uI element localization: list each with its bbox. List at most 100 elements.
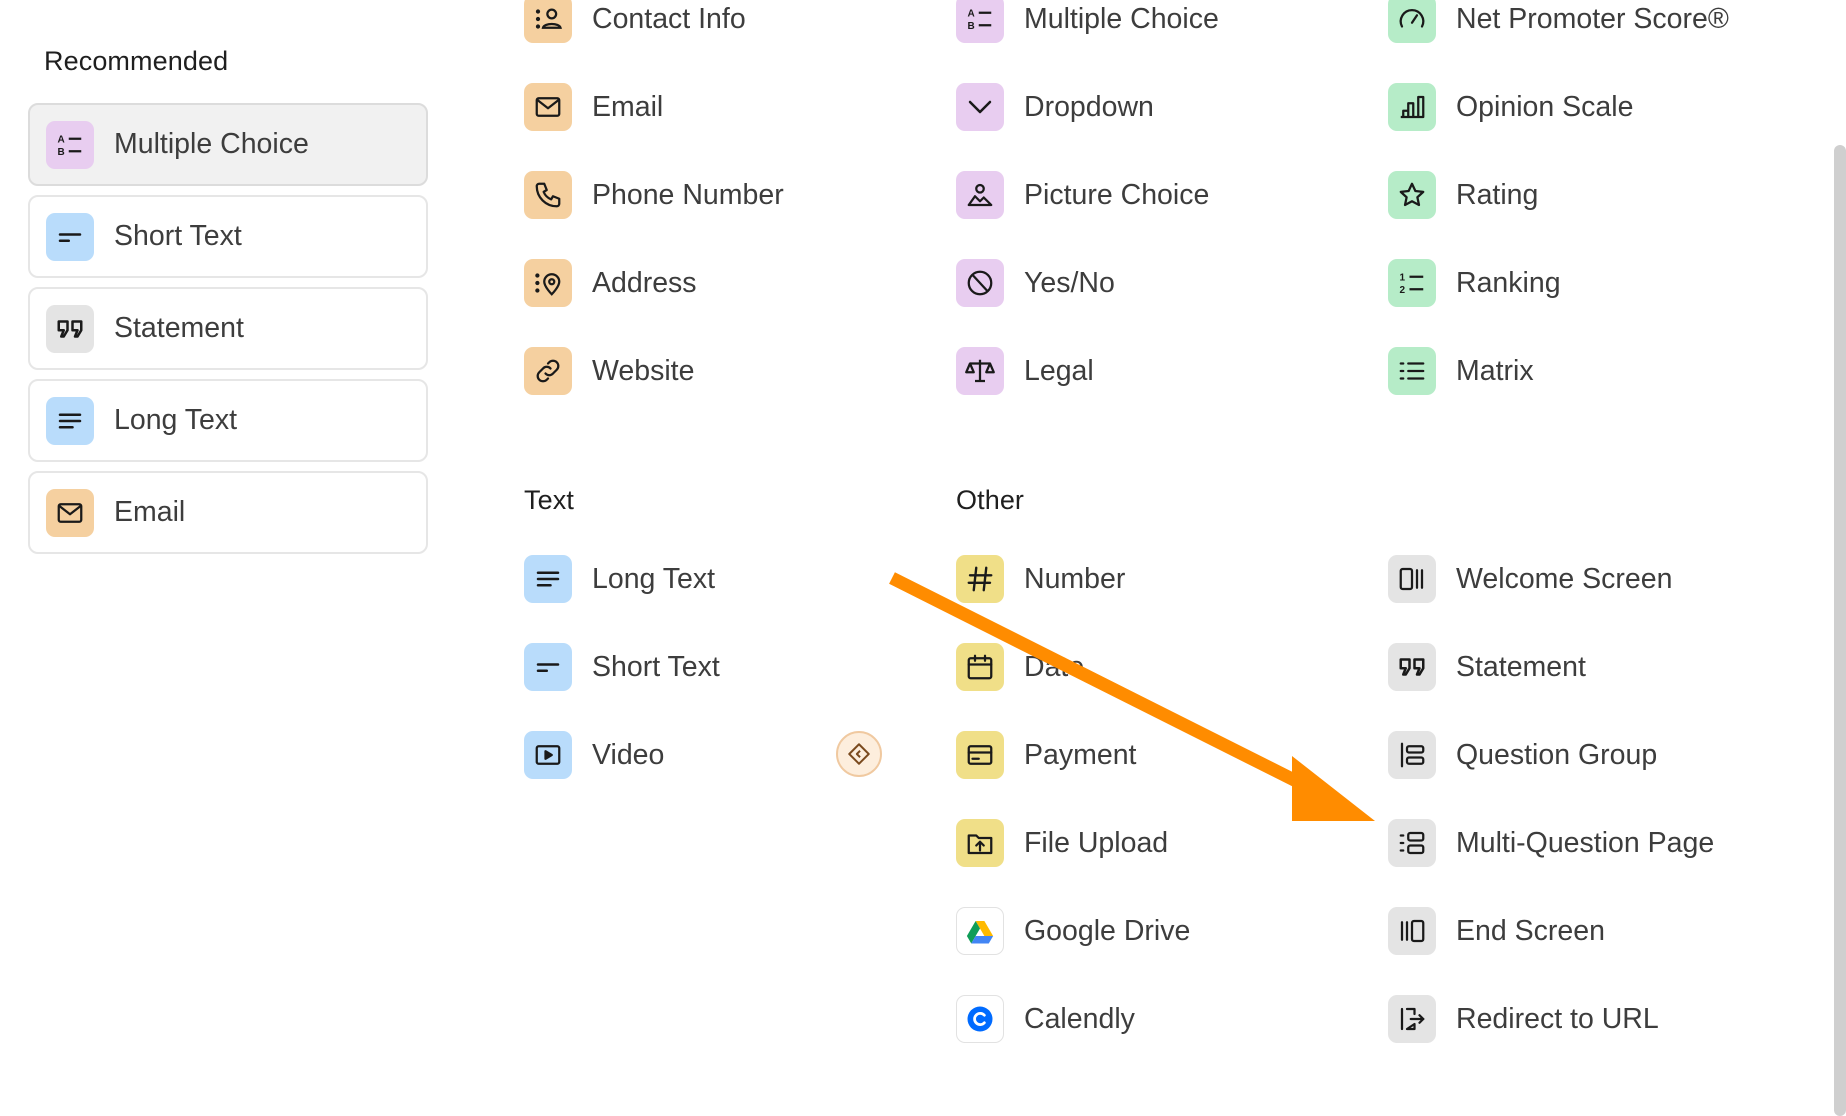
item-label: Question Group [1456, 738, 1658, 771]
field-type-net-promoter-score[interactable]: Net Promoter Score® [1388, 0, 1788, 49]
item-label: Legal [1024, 354, 1094, 387]
bar-scale-icon [1388, 83, 1436, 131]
field-type-matrix[interactable]: Matrix [1388, 341, 1788, 401]
field-type-website[interactable]: Website [524, 341, 924, 401]
recommended-list: AB Multiple Choice Short Text Statement … [28, 103, 428, 563]
item-label: Google Drive [1024, 914, 1191, 947]
item-label: Statement [1456, 650, 1586, 683]
redirect-icon [1388, 995, 1436, 1043]
field-type-question-group[interactable]: Question Group [1388, 725, 1788, 785]
phone-icon [524, 171, 572, 219]
scrollbar-thumb[interactable] [1834, 145, 1846, 1116]
short-text-icon [524, 643, 572, 691]
hash-icon [956, 555, 1004, 603]
field-type-calendly[interactable]: Calendly [956, 989, 1356, 1049]
item-label: Multiple Choice [114, 128, 309, 160]
recommended-item-short-text[interactable]: Short Text [28, 195, 428, 278]
field-type-ranking[interactable]: 12 Ranking [1388, 253, 1788, 313]
end-screen-icon [1388, 907, 1436, 955]
field-type-phone-number[interactable]: Phone Number [524, 165, 924, 225]
long-text-icon [524, 555, 572, 603]
field-type-picture-choice[interactable]: Picture Choice [956, 165, 1356, 225]
field-type-dropdown[interactable]: Dropdown [956, 77, 1356, 137]
link-icon [524, 347, 572, 395]
field-type-short-text[interactable]: Short Text [524, 637, 924, 697]
premium-gem-icon [836, 731, 882, 777]
item-label: Video [592, 738, 665, 771]
recommended-item-statement[interactable]: Statement [28, 287, 428, 370]
field-type-payment[interactable]: Payment [956, 725, 1356, 785]
gauge-icon [1388, 0, 1436, 43]
field-type-multiple-choice[interactable]: AB Multiple Choice [956, 0, 1356, 49]
star-icon [1388, 171, 1436, 219]
item-label: Opinion Scale [1456, 90, 1634, 123]
item-label: Statement [114, 312, 244, 344]
recommended-item-long-text[interactable]: Long Text [28, 379, 428, 462]
item-label: Yes/No [1024, 266, 1115, 299]
contact-info-icon [524, 0, 572, 43]
recommended-item-multiple-choice[interactable]: AB Multiple Choice [28, 103, 428, 186]
field-type-date[interactable]: Date [956, 637, 1356, 697]
matrix-icon [1388, 347, 1436, 395]
item-label: Matrix [1456, 354, 1534, 387]
item-label: Picture Choice [1024, 178, 1210, 211]
scales-icon [956, 347, 1004, 395]
quote-icon [1388, 643, 1436, 691]
field-type-file-upload[interactable]: File Upload [956, 813, 1356, 873]
item-label: Multi-Question Page [1456, 826, 1715, 859]
field-type-welcome-screen[interactable]: Welcome Screen [1388, 549, 1788, 609]
credit-card-icon [956, 731, 1004, 779]
item-label: End Screen [1456, 914, 1605, 947]
field-type-redirect-to-url[interactable]: Redirect to URL [1388, 989, 1788, 1049]
map-pin-icon [524, 259, 572, 307]
field-type-email[interactable]: Email [524, 77, 924, 137]
envelope-icon [46, 488, 94, 537]
field-type-rating[interactable]: Rating [1388, 165, 1788, 225]
svg-text:B: B [58, 147, 65, 158]
item-label: Short Text [114, 220, 242, 252]
yes-no-icon [956, 259, 1004, 307]
calendar-icon [956, 643, 1004, 691]
item-label: Short Text [592, 650, 720, 683]
field-type-multi-question-page[interactable]: Multi-Question Page [1388, 813, 1788, 873]
svg-text:B: B [968, 21, 975, 32]
field-type-contact-info[interactable]: Contact Info [524, 0, 924, 49]
item-label: Email [114, 496, 186, 528]
field-type-end-screen[interactable]: End Screen [1388, 901, 1788, 961]
field-type-address[interactable]: Address [524, 253, 924, 313]
item-label: Email [592, 90, 664, 123]
svg-text:1: 1 [1400, 273, 1406, 284]
recommended-item-email[interactable]: Email [28, 471, 428, 554]
envelope-icon [524, 83, 572, 131]
field-type-long-text[interactable]: Long Text [524, 549, 924, 609]
scrollbar[interactable] [1832, 0, 1846, 1116]
item-label: Address [592, 266, 697, 299]
field-type-opinion-scale[interactable]: Opinion Scale [1388, 77, 1788, 137]
calendly-icon [956, 995, 1004, 1043]
item-label: Number [1024, 562, 1126, 595]
video-icon [524, 731, 572, 779]
field-type-google-drive[interactable]: Google Drive [956, 901, 1356, 961]
long-text-icon [46, 396, 94, 445]
item-label: Redirect to URL [1456, 1002, 1659, 1035]
field-type-number[interactable]: Number [956, 549, 1356, 609]
item-label: Payment [1024, 738, 1137, 771]
field-type-legal[interactable]: Legal [956, 341, 1356, 401]
file-upload-icon [956, 819, 1004, 867]
svg-text:A: A [58, 134, 65, 145]
image-icon [956, 171, 1004, 219]
multi-question-icon [1388, 819, 1436, 867]
item-label: Date [1024, 650, 1085, 683]
multiple-choice-icon: AB [46, 120, 94, 169]
item-label: Rating [1456, 178, 1539, 211]
field-type-statement[interactable]: Statement [1388, 637, 1788, 697]
google-drive-icon [956, 907, 1004, 955]
field-type-yes-no[interactable]: Yes/No [956, 253, 1356, 313]
item-label: Long Text [114, 404, 238, 436]
chevron-down-icon [956, 83, 1004, 131]
short-text-icon [46, 212, 94, 261]
item-label: Calendly [1024, 1002, 1135, 1035]
text-section-heading: Text [524, 485, 574, 515]
svg-text:2: 2 [1400, 285, 1406, 296]
other-section-heading: Other [956, 485, 1025, 515]
